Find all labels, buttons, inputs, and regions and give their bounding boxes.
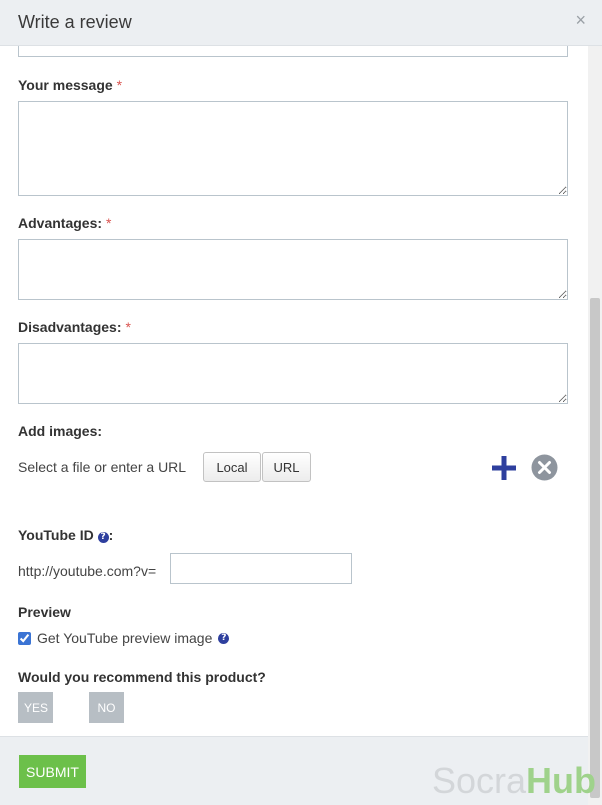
preview-label: Preview [18, 604, 71, 620]
recommend-label: Would you recommend this product? [18, 669, 266, 685]
disadvantages-label: Disadvantages: * [18, 319, 131, 335]
youtube-id-input[interactable] [170, 553, 352, 584]
watermark-logo: SocraHub [432, 763, 596, 799]
preview-checkbox-row: Get YouTube preview image ? [18, 630, 230, 646]
message-label-text: Your message [18, 77, 113, 93]
advantages-label: Advantages: * [18, 215, 111, 231]
preview-checkbox[interactable] [18, 631, 31, 645]
question-circle-icon[interactable]: ? [97, 532, 109, 543]
advantages-textarea[interactable] [18, 239, 568, 300]
no-button[interactable]: NO [89, 692, 124, 723]
url-button[interactable]: URL [262, 452, 311, 482]
message-label: Your message * [18, 77, 122, 93]
youtube-url-prefix: http://youtube.com?v= [18, 563, 157, 579]
modal-title: Write a review [18, 12, 132, 32]
preview-checkbox-label: Get YouTube preview image [37, 630, 213, 646]
submit-button[interactable]: SUBMIT [19, 755, 86, 788]
scrollbar[interactable] [588, 46, 602, 805]
required-marker: * [106, 215, 112, 231]
watermark-part1: Socra [432, 760, 527, 801]
advantages-label-text: Advantages: [18, 215, 103, 231]
youtube-id-colon: : [108, 527, 114, 543]
local-button[interactable]: Local [203, 452, 261, 482]
disadvantages-textarea[interactable] [18, 343, 568, 404]
watermark-part2: Hub [526, 760, 597, 801]
yes-button[interactable]: YES [18, 692, 53, 723]
youtube-id-label-text: YouTube ID [18, 527, 94, 543]
required-marker: * [125, 319, 131, 335]
message-textarea[interactable] [18, 101, 568, 196]
plus-icon[interactable] [491, 455, 517, 481]
review-form: Your message * Advantages: * Disadvantages… [0, 46, 588, 736]
previous-field-input[interactable] [18, 46, 568, 57]
modal-header: Write a review × [0, 0, 602, 46]
close-circle-icon[interactable] [531, 454, 558, 481]
close-icon[interactable]: × [575, 11, 586, 29]
select-file-text: Select a file or enter a URL [18, 459, 187, 475]
question-circle-icon[interactable]: ? [218, 632, 230, 644]
add-images-label: Add images: [18, 423, 103, 439]
required-marker: * [116, 77, 123, 93]
scrollbar-thumb[interactable] [590, 298, 600, 798]
disadvantages-label-text: Disadvantages: [18, 319, 122, 335]
youtube-id-label: YouTube ID ?: [18, 527, 113, 543]
